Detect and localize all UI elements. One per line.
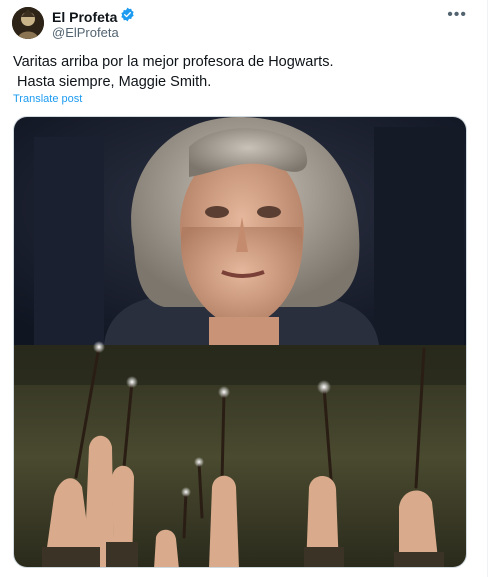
author-name-row[interactable]: El Profeta [52,7,135,27]
raised-wands-photo [14,341,466,567]
more-options-icon[interactable]: ••• [447,6,467,24]
author-handle[interactable]: @ElProfeta [52,25,119,40]
tweet-text: Varitas arriba por la mejor profesora de… [13,52,473,92]
tweet-text-line-1: Varitas arriba por la mejor profesora de… [13,54,334,70]
author-name[interactable]: El Profeta [52,9,117,25]
tweet-card[interactable]: El Profeta @ElProfeta ••• Varitas arriba… [0,0,488,577]
portrait-photo [14,117,466,345]
tweet-media[interactable] [13,116,467,568]
profile-avatar[interactable] [12,7,44,39]
verified-badge-icon [120,7,135,27]
tweet-text-line-2: Hasta siempre, Maggie Smith. [13,74,212,90]
translate-post-link[interactable]: Translate post [13,93,82,105]
